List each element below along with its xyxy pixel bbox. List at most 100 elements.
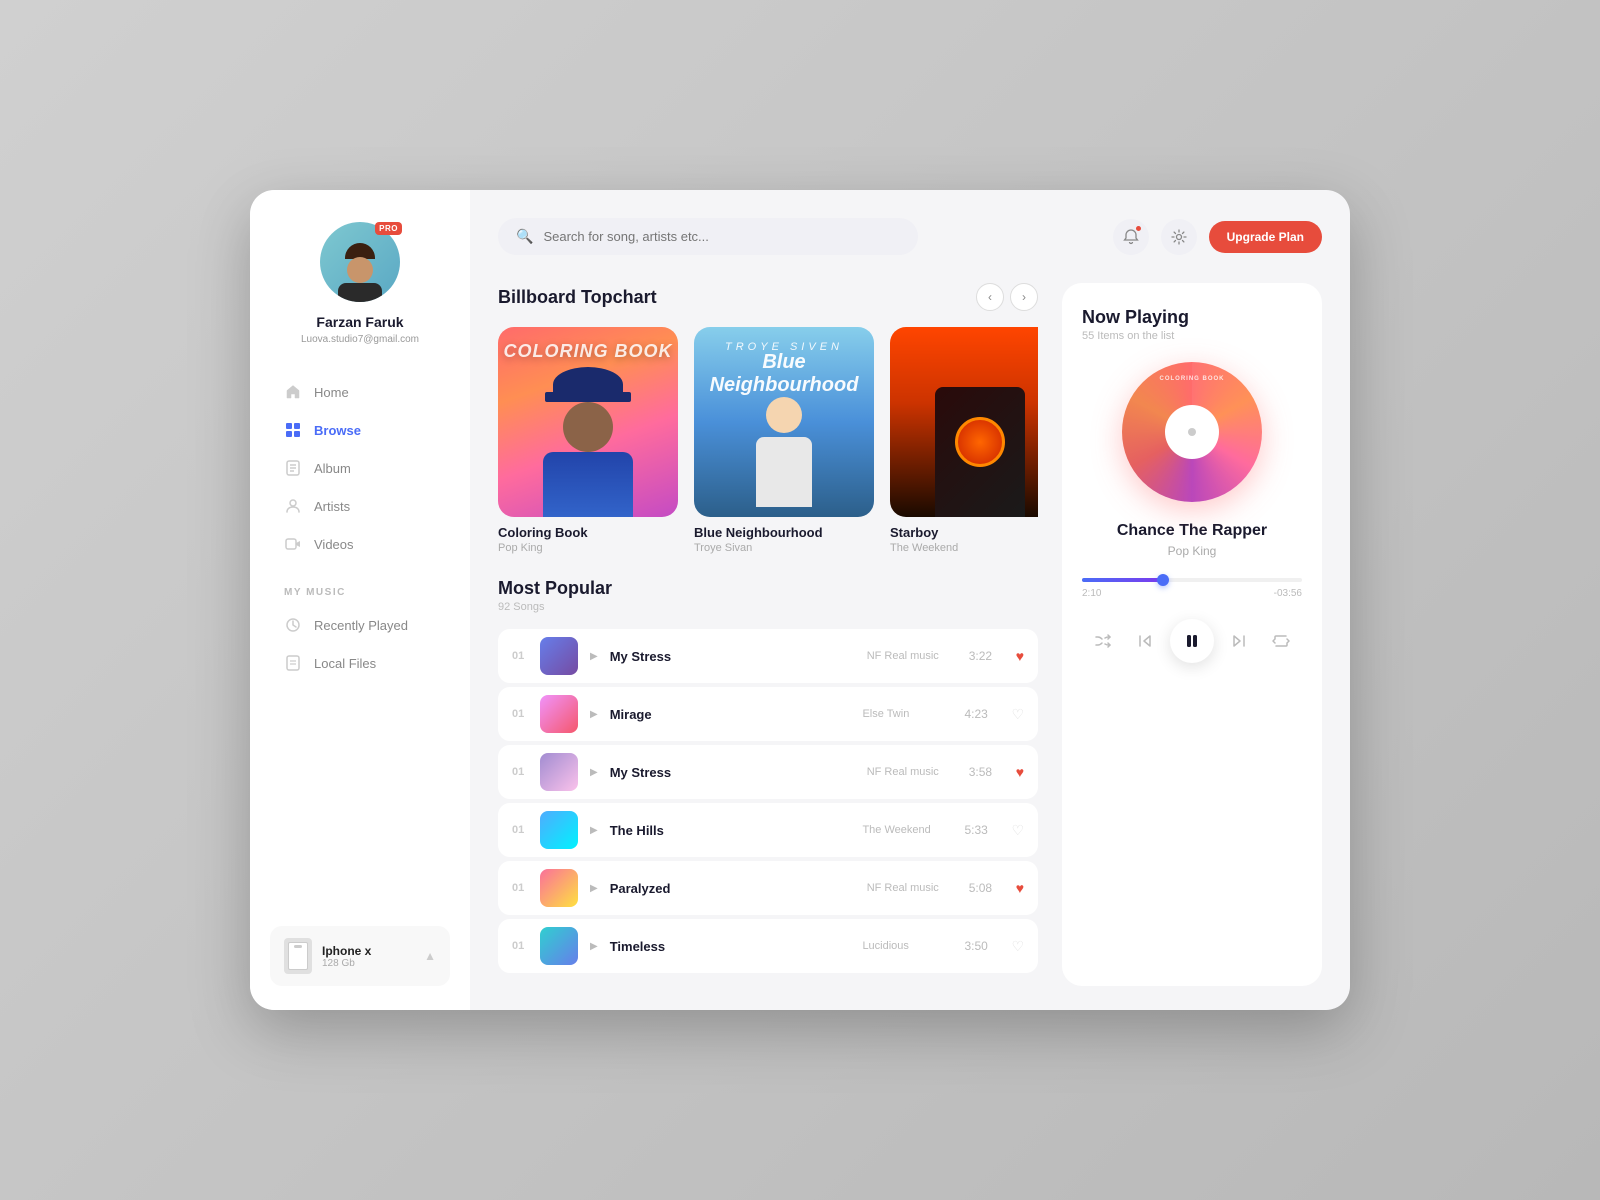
track-artist: NF Real music	[867, 650, 957, 662]
track-heart[interactable]: ♡	[1011, 938, 1024, 955]
track-duration: 4:23	[964, 707, 999, 721]
progress-dot	[1157, 574, 1169, 586]
avatar-body	[338, 283, 382, 302]
album-cover-starboy	[890, 327, 1038, 517]
track-num: 01	[512, 766, 528, 778]
home-icon	[284, 383, 302, 401]
sidebar-item-local-files[interactable]: Local Files	[270, 644, 450, 682]
album-name-starboy: Starboy	[890, 525, 1038, 540]
album-card-starboy[interactable]: Starboy The Weekend	[890, 327, 1038, 554]
shuffle-button[interactable]	[1086, 624, 1120, 658]
pause-button[interactable]	[1170, 619, 1214, 663]
artists-icon	[284, 497, 302, 515]
track-heart[interactable]: ♡	[1011, 706, 1024, 723]
sidebar-item-artists[interactable]: Artists	[270, 487, 450, 525]
album-cover-coloring-book: COLORING BOOK	[498, 327, 678, 517]
bn-title-text: BlueNeighbourhood	[694, 351, 874, 397]
sidebar-item-recently-played[interactable]: Recently Played	[270, 606, 450, 644]
vinyl-disc: COLORING BOOK	[1122, 362, 1262, 502]
billboard-section-header: Billboard Topchart ‹ ›	[498, 283, 1038, 311]
phone-screen	[288, 942, 308, 970]
sidebar: PRO Farzan Faruk Luova.studio7@gmail.com…	[250, 190, 470, 1010]
blue-neighbourhood-cover-art: TROYE SIVEN BlueNeighbourhood	[694, 327, 874, 517]
coloring-book-title-text: COLORING BOOK	[498, 341, 678, 362]
progress-times: 2:10 -03:56	[1082, 588, 1302, 599]
prev-arrow-button[interactable]: ‹	[976, 283, 1004, 311]
header: 🔍 Upgrade Plan	[498, 218, 1322, 255]
album-artist-starboy: The Weekend	[890, 542, 1038, 554]
track-row[interactable]: 01 ▶ My Stress NF Real music 3:22 ♥	[498, 629, 1038, 683]
notification-button[interactable]	[1113, 219, 1149, 255]
progress-bar[interactable]	[1082, 578, 1302, 582]
track-heart[interactable]: ♥	[1016, 648, 1024, 664]
track-thumb-mirage	[540, 695, 578, 733]
most-popular-title: Most Popular	[498, 578, 612, 599]
album-card-coloring-book[interactable]: COLORING BOOK Coloring Book Pop King	[498, 327, 678, 554]
track-name: Paralyzed	[610, 881, 855, 896]
track-row[interactable]: 01 ▶ My Stress NF Real music 3:58 ♥	[498, 745, 1038, 799]
track-name: Timeless	[610, 939, 851, 954]
now-playing-song-name: Chance The Rapper	[1082, 522, 1302, 540]
search-input[interactable]	[543, 229, 900, 244]
track-name: My Stress	[610, 765, 855, 780]
album-artist-coloring-book: Pop King	[498, 542, 678, 554]
bn-body	[756, 437, 812, 507]
track-name: My Stress	[610, 649, 855, 664]
track-row[interactable]: 01 ▶ Paralyzed NF Real music 5:08 ♥	[498, 861, 1038, 915]
track-duration: 5:33	[964, 823, 999, 837]
sidebar-item-browse[interactable]: Browse	[270, 411, 450, 449]
prev-button[interactable]	[1128, 624, 1162, 658]
device-name: Iphone x	[322, 944, 414, 958]
play-icon: ▶	[590, 651, 598, 662]
search-icon: 🔍	[516, 228, 533, 245]
sidebar-item-recently-played-label: Recently Played	[314, 618, 408, 633]
album-card-blue-neighbourhood[interactable]: TROYE SIVEN BlueNeighbourhood Blue Neigh…	[694, 327, 874, 554]
sidebar-item-videos[interactable]: Videos	[270, 525, 450, 563]
my-music-section: MY MUSIC Recently Played	[270, 587, 450, 682]
my-music-label: MY MUSIC	[270, 587, 450, 598]
pro-badge: PRO	[375, 222, 402, 235]
billboard-title: Billboard Topchart	[498, 287, 976, 308]
track-name: Mirage	[610, 707, 851, 722]
sidebar-item-local-files-label: Local Files	[314, 656, 376, 671]
album-icon	[284, 459, 302, 477]
sidebar-item-home-label: Home	[314, 385, 349, 400]
next-arrow-button[interactable]: ›	[1010, 283, 1038, 311]
most-popular-title-wrap: Most Popular 92 Songs	[498, 578, 612, 613]
starboy-jacket	[935, 387, 1025, 517]
repeat-button[interactable]	[1264, 624, 1298, 658]
track-row[interactable]: 01 ▶ The Hills The Weekend 5:33 ♡	[498, 803, 1038, 857]
bn-head	[766, 397, 802, 433]
coloring-book-cover-art: COLORING BOOK	[498, 327, 678, 517]
track-thumb-timeless	[540, 927, 578, 965]
notification-dot	[1135, 225, 1142, 232]
track-heart[interactable]: ♥	[1016, 764, 1024, 780]
track-row[interactable]: 01 ▶ Timeless Lucidious 3:50 ♡	[498, 919, 1038, 973]
track-artist: Lucidious	[862, 940, 952, 952]
videos-icon	[284, 535, 302, 553]
track-heart[interactable]: ♥	[1016, 880, 1024, 896]
now-playing-subtitle: 55 Items on the list	[1082, 330, 1302, 342]
track-num: 01	[512, 882, 528, 894]
now-playing-song-artist: Pop King	[1082, 544, 1302, 558]
settings-button[interactable]	[1161, 219, 1197, 255]
progress-section: 2:10 -03:56	[1082, 578, 1302, 599]
phone-notch	[294, 945, 302, 948]
sidebar-item-home[interactable]: Home	[270, 373, 450, 411]
sidebar-item-album[interactable]: Album	[270, 449, 450, 487]
track-heart[interactable]: ♡	[1011, 822, 1024, 839]
track-list: 01 ▶ My Stress NF Real music 3:22 ♥ 01 ▶	[498, 629, 1038, 973]
play-icon: ▶	[590, 709, 598, 720]
avatar-wrap: PRO	[320, 222, 400, 302]
next-button[interactable]	[1222, 624, 1256, 658]
vinyl-inner	[1165, 405, 1219, 459]
search-bar: 🔍	[498, 218, 918, 255]
avatar-person	[330, 237, 390, 302]
device-icon	[284, 938, 312, 974]
track-row[interactable]: 01 ▶ Mirage Else Twin 4:23 ♡	[498, 687, 1038, 741]
main-content: 🔍 Upgrade Plan	[470, 190, 1350, 1010]
player-controls	[1082, 619, 1302, 663]
track-artist: Else Twin	[862, 708, 952, 720]
track-num: 01	[512, 824, 528, 836]
upgrade-button[interactable]: Upgrade Plan	[1209, 221, 1322, 253]
